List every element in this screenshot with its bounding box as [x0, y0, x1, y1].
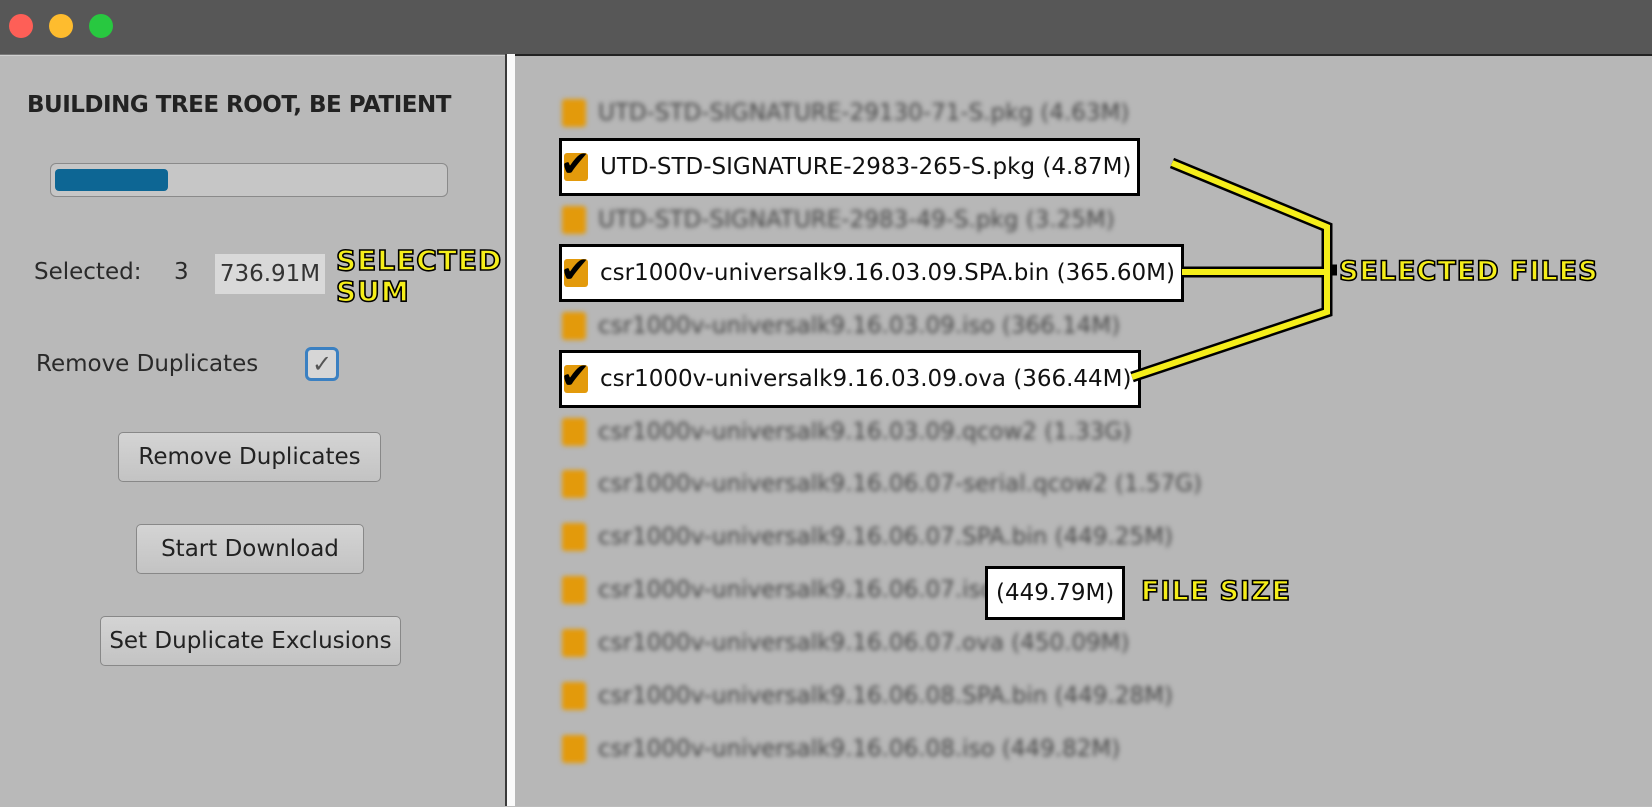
file-name: csr1000v-universalk9.16.06.07.SPA.bin (4… — [598, 524, 1173, 550]
callout-selected-sum-line1: SELECTED — [335, 244, 503, 277]
file-row-selected[interactable]: ✔ csr1000v-universalk9.16.03.09.SPA.bin (… — [559, 244, 1184, 302]
file-row-selected[interactable]: ✔ UTD-STD-SIGNATURE-2983-265-S.pkg (4.87M… — [559, 138, 1141, 196]
selected-count: 3 — [174, 259, 189, 285]
file-name: UTD-STD-SIGNATURE-2983-265-S.pkg (4.87M) — [600, 154, 1132, 180]
callout-selected-sum-line2: SUM — [335, 275, 410, 308]
file-row[interactable]: csr1000v-universalk9.16.06.07-serial.qco… — [562, 464, 1202, 504]
selected-label: Selected: — [34, 259, 142, 285]
window-titlebar — [0, 0, 1652, 54]
remove-duplicates-checkbox[interactable]: ✓ — [305, 347, 339, 381]
checkmark-icon: ✓ — [311, 350, 333, 378]
callout-file-size: FILE SIZE — [1140, 576, 1292, 607]
file-name: csr1000v-universalk9.16.06.08.SPA.bin (4… — [598, 683, 1173, 709]
file-row[interactable]: csr1000v-universalk9.16.03.09.qcow2 (1.3… — [562, 412, 1131, 452]
file-row[interactable]: UTD-STD-SIGNATURE-2983-49-S.pkg (3.25M) — [562, 200, 1115, 240]
file-name: csr1000v-universalk9.16.06.07.iso — [598, 577, 995, 603]
file-row[interactable]: csr1000v-universalk9.16.06.08.SPA.bin (4… — [562, 676, 1173, 716]
file-name: UTD-STD-SIGNATURE-29130-71-S.pkg (4.63M) — [598, 100, 1130, 126]
file-name: UTD-STD-SIGNATURE-2983-49-S.pkg (3.25M) — [598, 207, 1115, 233]
folder-icon — [562, 576, 586, 604]
file-name: csr1000v-universalk9.16.03.09.SPA.bin (3… — [600, 260, 1175, 286]
file-row[interactable]: csr1000v-universalk9.16.03.09.iso (366.1… — [562, 306, 1120, 346]
split-pane-divider[interactable] — [505, 54, 515, 806]
checkmark-icon: ✔ — [560, 144, 591, 185]
folder-icon: ✔ — [560, 253, 590, 289]
folder-icon — [562, 206, 586, 234]
folder-icon — [562, 735, 586, 763]
folder-icon: ✔ — [560, 147, 590, 183]
set-duplicate-exclusions-button[interactable]: Set Duplicate Exclusions — [100, 616, 401, 666]
status-title: BUILDING TREE ROOT, BE PATIENT — [27, 92, 451, 118]
file-name: csr1000v-universalk9.16.03.09.qcow2 (1.3… — [598, 419, 1132, 445]
file-name: csr1000v-universalk9.16.06.07.ova (450.0… — [598, 630, 1130, 656]
file-row-selected[interactable]: ✔ csr1000v-universalk9.16.03.09.ova (366.… — [559, 350, 1141, 408]
zoom-window-button[interactable] — [89, 14, 113, 38]
file-row[interactable]: csr1000v-universalk9.16.06.07.SPA.bin (4… — [562, 517, 1173, 557]
progress-bar — [50, 163, 448, 197]
selected-sum: 736.91M — [215, 254, 325, 294]
file-row[interactable]: csr1000v-universalk9.16.06.07.ova (450.0… — [562, 623, 1130, 663]
file-name: csr1000v-universalk9.16.03.09.iso (366.1… — [598, 313, 1121, 339]
minimize-window-button[interactable] — [49, 14, 73, 38]
close-window-button[interactable] — [9, 14, 33, 38]
file-row[interactable]: UTD-STD-SIGNATURE-29130-71-S.pkg (4.63M) — [562, 93, 1129, 133]
remove-duplicates-label: Remove Duplicates — [36, 351, 259, 377]
folder-icon — [562, 312, 586, 340]
folder-icon — [562, 418, 586, 446]
folder-icon — [562, 629, 586, 657]
start-download-button[interactable]: Start Download — [136, 524, 364, 574]
folder-icon — [562, 99, 586, 127]
checkmark-icon: ✔ — [560, 356, 591, 397]
folder-icon: ✔ — [560, 359, 590, 395]
progress-fill — [55, 169, 168, 191]
callout-selected-files: SELECTED FILES — [1338, 256, 1599, 287]
folder-icon — [562, 682, 586, 710]
file-size-highlight: (449.79M) — [985, 566, 1126, 620]
file-row[interactable]: csr1000v-universalk9.16.06.08.iso (449.8… — [562, 729, 1120, 769]
remove-duplicates-button[interactable]: Remove Duplicates — [118, 432, 381, 482]
file-name: csr1000v-universalk9.16.06.08.iso (449.8… — [598, 736, 1121, 762]
file-row[interactable]: csr1000v-universalk9.16.06.07.iso — [562, 570, 995, 610]
folder-icon — [562, 470, 586, 498]
folder-icon — [562, 523, 586, 551]
file-name: csr1000v-universalk9.16.03.09.ova (366.4… — [600, 366, 1132, 392]
checkmark-icon: ✔ — [560, 250, 591, 291]
file-name: csr1000v-universalk9.16.06.07-serial.qco… — [598, 471, 1202, 497]
